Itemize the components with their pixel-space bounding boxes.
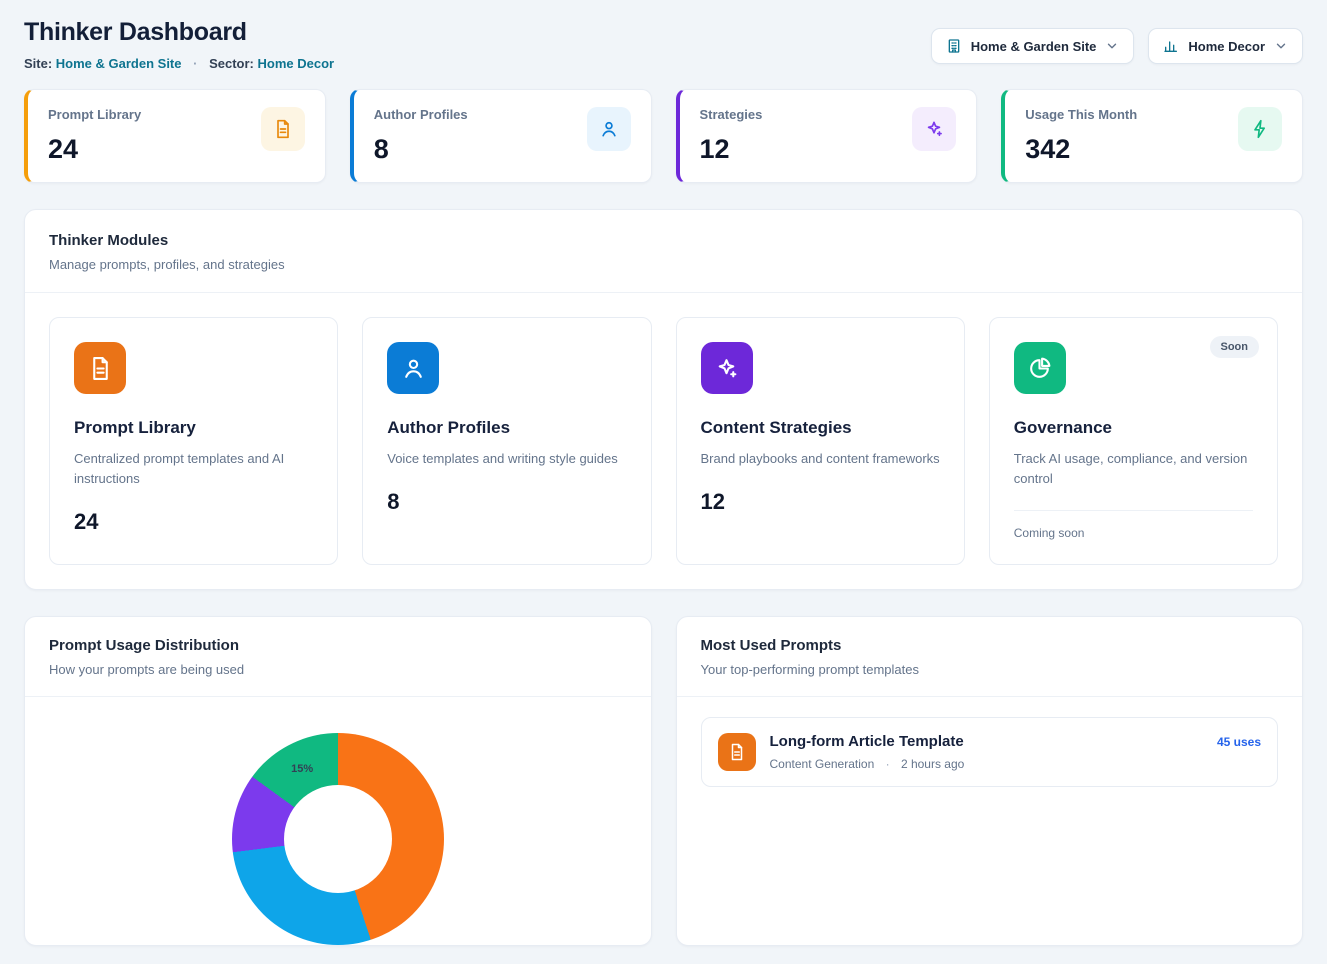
stat-label: Strategies — [700, 107, 763, 122]
module-title: Prompt Library — [74, 418, 313, 438]
usage-distribution-card: Prompt Usage Distribution How your promp… — [24, 616, 652, 946]
modules-subtitle: Manage prompts, profiles, and strategies — [49, 257, 1278, 272]
separator-dot: · — [193, 56, 197, 71]
prompt-text-block: Long-form Article Template Content Gener… — [770, 733, 965, 771]
module-card-content-strategies[interactable]: Content Strategies Brand playbooks and c… — [676, 317, 965, 565]
thinker-modules-section: Thinker Modules Manage prompts, profiles… — [24, 209, 1303, 590]
dashboard-page: Thinker Dashboard Site: Home & Garden Si… — [0, 0, 1327, 964]
stat-value: 12 — [700, 134, 763, 165]
module-title: Governance — [1014, 418, 1253, 438]
stat-card-author-profiles: Author Profiles 8 — [350, 89, 652, 183]
most-used-prompts-card: Most Used Prompts Your top-performing pr… — [676, 616, 1304, 946]
site-label: Site: — [24, 56, 52, 71]
prompt-title: Long-form Article Template — [770, 733, 965, 750]
prompt-list-item[interactable]: Long-form Article Template Content Gener… — [701, 717, 1279, 787]
sector-link[interactable]: Home Decor — [258, 56, 335, 71]
breadcrumb: Site: Home & Garden Site · Sector: Home … — [24, 56, 334, 71]
separator-dot: · — [886, 757, 890, 771]
stat-card-prompt-library: Prompt Library 24 — [24, 89, 326, 183]
stat-card-strategies: Strategies 12 — [676, 89, 978, 183]
modules-header: Thinker Modules Manage prompts, profiles… — [25, 210, 1302, 293]
usage-card-subtitle: How your prompts are being used — [49, 662, 627, 677]
site-selector-button[interactable]: Home & Garden Site — [931, 28, 1135, 64]
prompt-time: 2 hours ago — [901, 757, 964, 771]
module-card-prompt-library[interactable]: Prompt Library Centralized prompt templa… — [49, 317, 338, 565]
module-title: Content Strategies — [701, 418, 940, 438]
sparkle-star-icon — [912, 107, 956, 151]
usage-card-title: Prompt Usage Distribution — [49, 637, 627, 654]
donut-chart: 15% — [232, 733, 444, 945]
module-description: Brand playbooks and content frameworks — [701, 449, 940, 469]
module-count: 24 — [74, 509, 313, 535]
stat-label: Author Profiles — [374, 107, 468, 122]
lightning-icon — [1238, 107, 1282, 151]
prompts-card-subtitle: Your top-performing prompt templates — [701, 662, 1279, 677]
top-bar: Thinker Dashboard Site: Home & Garden Si… — [24, 18, 1303, 71]
sector-label: Sector: — [209, 56, 254, 71]
pie-chart-icon — [1014, 342, 1066, 394]
prompt-category: Content Generation — [770, 757, 875, 771]
stat-label: Prompt Library — [48, 107, 141, 122]
donut-chart-area: 15% — [25, 697, 651, 945]
bottom-row: Prompt Usage Distribution How your promp… — [24, 616, 1303, 946]
module-description: Track AI usage, compliance, and version … — [1014, 449, 1253, 489]
prompt-meta: Content Generation · 2 hours ago — [770, 757, 965, 771]
stat-value: 24 — [48, 134, 141, 165]
stat-label: Usage This Month — [1025, 107, 1137, 122]
site-selector-value: Home & Garden Site — [971, 39, 1097, 54]
bar-chart-icon — [1163, 38, 1179, 54]
sparkle-star-icon — [701, 342, 753, 394]
chevron-down-icon — [1105, 39, 1119, 53]
user-icon — [387, 342, 439, 394]
document-icon — [718, 733, 756, 771]
sector-selector-value: Home Decor — [1188, 39, 1265, 54]
stat-value: 8 — [374, 134, 468, 165]
page-title: Thinker Dashboard — [24, 18, 334, 47]
prompt-uses-count: 45 uses — [1217, 735, 1261, 749]
modules-grid: Prompt Library Centralized prompt templa… — [25, 293, 1302, 589]
prompts-card-header: Most Used Prompts Your top-performing pr… — [677, 617, 1303, 697]
stat-value: 342 — [1025, 134, 1137, 165]
selector-group: Home & Garden Site Home Decor — [931, 28, 1303, 64]
soon-badge: Soon — [1210, 336, 1260, 358]
usage-card-header: Prompt Usage Distribution How your promp… — [25, 617, 651, 697]
module-count: 12 — [701, 489, 940, 515]
user-icon — [587, 107, 631, 151]
sector-selector-button[interactable]: Home Decor — [1148, 28, 1303, 64]
stat-card-usage: Usage This Month 342 — [1001, 89, 1303, 183]
site-link[interactable]: Home & Garden Site — [56, 56, 182, 71]
title-block: Thinker Dashboard Site: Home & Garden Si… — [24, 18, 334, 71]
module-description: Voice templates and writing style guides — [387, 449, 626, 469]
module-card-governance[interactable]: Soon Governance Track AI usage, complian… — [989, 317, 1278, 565]
module-description: Centralized prompt templates and AI inst… — [74, 449, 313, 489]
modules-title: Thinker Modules — [49, 232, 1278, 249]
document-icon — [74, 342, 126, 394]
module-title: Author Profiles — [387, 418, 626, 438]
stats-row: Prompt Library 24 Author Profiles 8 Stra… — [24, 89, 1303, 183]
building-icon — [946, 38, 962, 54]
document-icon — [261, 107, 305, 151]
chevron-down-icon — [1274, 39, 1288, 53]
donut-segment-label: 15% — [291, 763, 313, 775]
module-card-author-profiles[interactable]: Author Profiles Voice templates and writ… — [362, 317, 651, 565]
prompts-card-title: Most Used Prompts — [701, 637, 1279, 654]
coming-soon-note: Coming soon — [1014, 510, 1253, 540]
module-count: 8 — [387, 489, 626, 515]
